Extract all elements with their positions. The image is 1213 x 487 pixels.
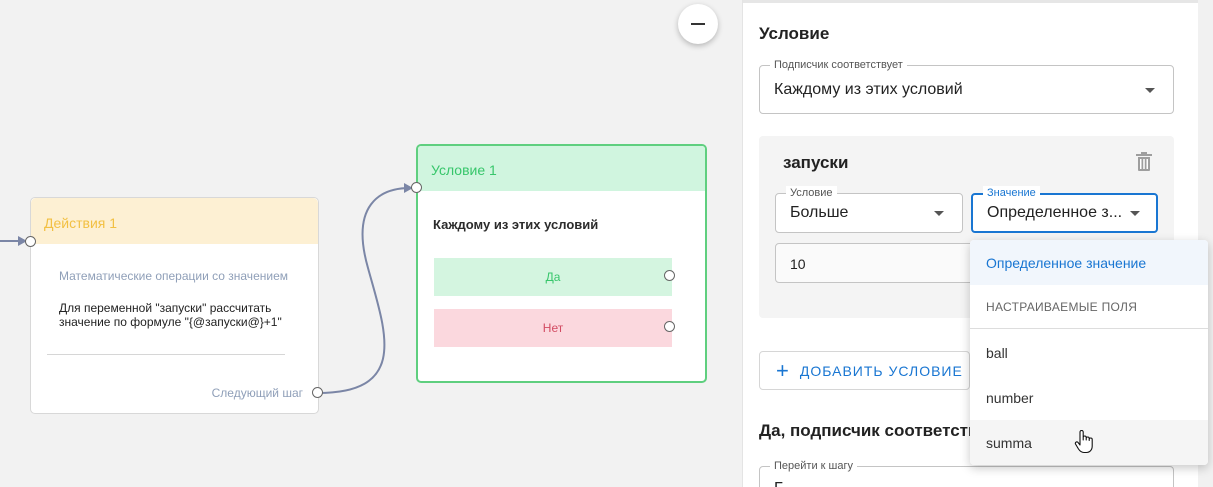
subscriber-match-value: Каждому из этих условий: [774, 81, 963, 98]
operation-description: Для переменной "запуски" рассчитать знач…: [59, 301, 282, 329]
next-step-edge: [317, 187, 411, 394]
no-output-port[interactable]: [664, 321, 675, 332]
goto-step-label: Перейти к шагу: [770, 459, 857, 473]
next-step-label: Следующий шаг: [211, 386, 303, 400]
action-node[interactable]: Действия 1 Математические операции со зн…: [30, 197, 319, 414]
menu-item-ball[interactable]: ball: [970, 330, 1208, 375]
node-divider: [47, 354, 285, 355]
chevron-down-icon: [1130, 211, 1140, 216]
action-node-title: Действия 1: [31, 198, 318, 244]
rule-variable-name: запуски: [783, 153, 849, 172]
branch-no: Нет: [434, 309, 672, 347]
add-condition-button[interactable]: + ДОБАВИТЬ УСЛОВИЕ: [759, 351, 970, 390]
rule-value-text: 10: [790, 256, 806, 272]
condition-match-text: Каждому из этих условий: [433, 217, 599, 232]
subscriber-match-select[interactable]: Подписчик соответствует Каждому из этих …: [759, 58, 1174, 114]
operation-title: Математические операции со значением: [59, 269, 288, 283]
condition-input-port[interactable]: [411, 182, 422, 193]
plus-icon: +: [776, 357, 790, 383]
yes-output-port[interactable]: [664, 270, 675, 281]
minus-icon: [691, 23, 705, 25]
hand-pointer-icon: [1074, 430, 1093, 454]
rule-condition-label: Условие: [786, 186, 837, 200]
branch-yes: Да: [434, 258, 672, 296]
rule-value-type-select[interactable]: Значение Определенное з...: [971, 186, 1158, 233]
menu-item-specific-value[interactable]: Определенное значение: [970, 240, 1208, 285]
chevron-down-icon: [934, 211, 944, 216]
rule-condition-select[interactable]: Условие Больше: [775, 186, 963, 233]
action-input-port[interactable]: [25, 236, 36, 247]
condition-node[interactable]: Условие 1 Каждому из этих условий Да Нет: [416, 144, 707, 383]
panel-top-strip: [743, 0, 1198, 3]
rule-value-type-value: Определенное з...: [987, 204, 1123, 221]
flow-canvas[interactable]: Действия 1 Математические операции со зн…: [0, 0, 742, 487]
condition-node-title: Условие 1: [418, 146, 705, 191]
yes-section-title: Да, подписчик соответств: [759, 421, 979, 440]
subscriber-match-label: Подписчик соответствует: [770, 58, 907, 72]
goto-step-select[interactable]: Перейти к шагу Г: [759, 459, 1174, 487]
trash-icon[interactable]: [1135, 152, 1153, 172]
action-next-step-port[interactable]: [312, 387, 323, 398]
rule-value-type-label: Значение: [983, 186, 1040, 200]
add-condition-label: ДОБАВИТЬ УСЛОВИЕ: [799, 362, 963, 379]
panel-title: Условие: [759, 24, 830, 43]
chevron-down-icon: [1145, 88, 1155, 93]
menu-item-number[interactable]: number: [970, 375, 1208, 420]
rule-condition-value: Больше: [790, 204, 849, 221]
menu-divider: [970, 328, 1208, 329]
zoom-out-button[interactable]: [678, 4, 718, 44]
goto-step-value: Г: [774, 480, 783, 487]
menu-subheader-custom-fields: НАСТРАИВАЕМЫЕ ПОЛЯ: [986, 300, 1138, 314]
